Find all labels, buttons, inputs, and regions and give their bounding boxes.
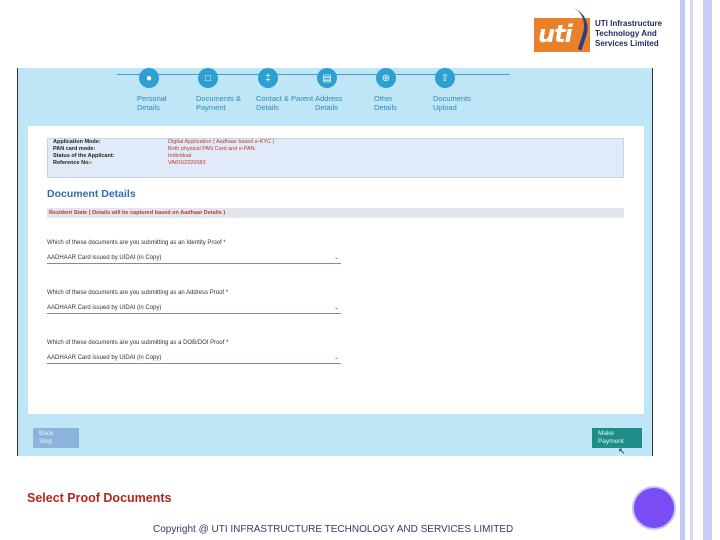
application-screenshot: ● Personal Details □ Documents & Payment ‡… [17,68,653,456]
decorative-border [680,0,685,540]
step-other-details[interactable]: ⊕ Other Details [374,68,434,112]
button-label: Make [598,430,614,437]
logo-wordmark: UTI Infrastructure Technology And Servic… [595,19,662,49]
person-icon: ● [139,68,159,88]
screenshot-edge [652,68,653,456]
dob-proof-select[interactable]: AADHAAR Card issued by UIDAI (in Copy) ⌄ [47,352,341,364]
address-proof-select[interactable]: AADHAAR Card issued by UIDAI (in Copy) ⌄ [47,302,341,314]
step-documents-upload[interactable]: ⇧ Documents Upload [433,68,493,112]
identity-proof-label: Which of these documents are you submitt… [47,240,226,246]
step-label: Documents Upload [433,94,471,112]
mouse-pointer-icon: ↖ [618,446,626,456]
select-value: AADHAAR Card issued by UIDAI (in Copy) [47,355,162,361]
slide: uti UTI Infrastructure Technology And Se… [0,0,720,540]
logo-line: UTI Infrastructure [595,19,663,28]
step-personal-details[interactable]: ● Personal Details [137,68,197,112]
back-step-button[interactable]: Back Step [33,428,79,448]
summary-row: Application Mode: Digital Application ( A… [53,139,275,145]
step-label: Personal Details [137,94,167,112]
logo-swoosh-icon [560,7,594,51]
step-label: Documents & Payment [196,94,242,112]
address-card-icon: ▤ [317,68,337,88]
select-value: AADHAAR Card issued by UIDAI (in Copy) [47,255,162,261]
button-label: Step [39,438,53,445]
family-icon: ‡ [258,68,278,88]
decorative-circle [632,486,676,530]
step-label: Other Details [374,94,397,112]
summary-row: PAN card mode: Both physical PAN Card and… [53,146,257,152]
decorative-border [690,0,693,540]
step-documents-payment[interactable]: □ Documents & Payment [196,68,256,112]
step-label: Address Details [315,94,343,112]
upload-icon: ⇧ [435,68,455,88]
button-label: Back [39,430,54,437]
dob-proof-label: Which of these documents are you submitt… [47,340,229,346]
chevron-down-icon: ⌄ [333,305,339,311]
address-proof-label: Which of these documents are you submitt… [47,290,229,296]
logo-line: Technology And [595,29,657,38]
step-address-details[interactable]: ▤ Address Details [315,68,375,112]
select-value: AADHAAR Card issued by UIDAI (in Copy) [47,305,162,311]
screenshot-edge [17,68,18,456]
summary-row: Reference No:- VA8162326583 [53,160,206,166]
slide-caption: Select Proof Documents [27,491,172,505]
uti-logo-mark: uti [534,7,594,52]
logo-line: Services Limited [595,39,659,48]
document-icon: □ [198,68,218,88]
make-payment-button[interactable]: Make Payment [592,428,642,448]
summary-row: Status of the Applicant: Individual [53,153,192,159]
form-card: Application Mode: Digital Application ( A… [28,126,644,414]
decorative-border [703,0,712,540]
copyright-footer: Copyright @ UTI INFRASTRUCTURE TECHNOLOG… [153,524,514,535]
chevron-down-icon: ⌄ [333,355,339,361]
uti-logo: uti UTI Infrastructure Technology And Se… [534,7,674,54]
step-contact-parent-details[interactable]: ‡ Contact & Parent Details [256,68,316,112]
section-title: Document Details [47,188,136,200]
step-label: Contact & Parent Details [256,94,314,112]
chevron-down-icon: ⌄ [333,255,339,261]
identity-proof-select[interactable]: AADHAAR Card issued by UIDAI (in Copy) ⌄ [47,252,341,264]
resident-state-banner: Resident State ( Details will be capture… [47,208,624,218]
more-icon: ⊕ [376,68,396,88]
button-label: Payment [598,438,624,445]
application-summary: Application Mode: Digital Application ( A… [47,138,624,178]
